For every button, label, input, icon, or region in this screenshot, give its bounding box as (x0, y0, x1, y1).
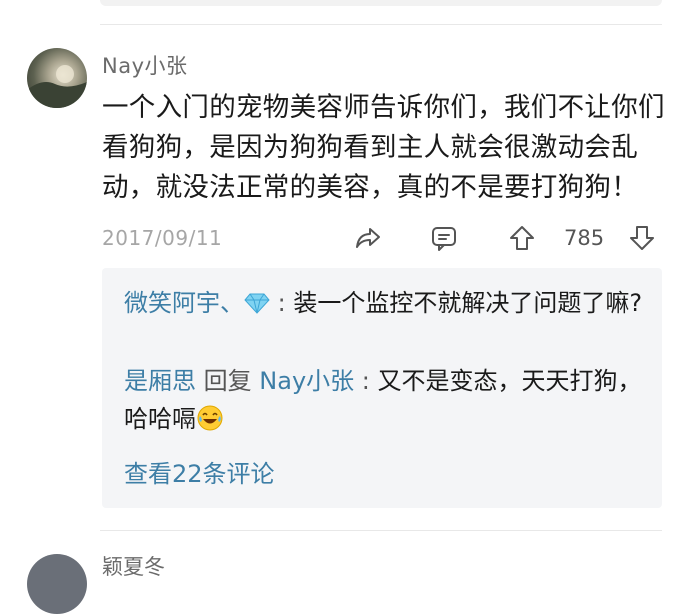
comment-username[interactable]: Nay小张 (102, 50, 188, 80)
avatar-image (27, 65, 87, 108)
view-more-replies-link[interactable]: 查看22条评论 (124, 454, 275, 489)
reply-separator: : (361, 367, 370, 395)
arrow-down-icon (630, 226, 654, 250)
downvote-button[interactable] (626, 222, 658, 254)
divider (100, 24, 662, 25)
comment-username[interactable]: 颖夏冬 (102, 551, 165, 581)
comment-meta: 2017/09/11 785 (102, 222, 662, 254)
reply-text: 装一个监控不就解决了问题了嘛? (293, 289, 643, 317)
avatar[interactable] (27, 554, 87, 614)
reply-author[interactable]: 是厢思 (124, 367, 196, 395)
divider (100, 530, 662, 531)
like-count: 785 (564, 226, 605, 250)
tears-of-joy-icon (197, 405, 223, 431)
avatar[interactable] (27, 48, 87, 108)
reply-item: 是厢思 回复 Nay小张 : 又不是变态，天天打狗，哈哈嗝 (124, 362, 644, 438)
share-button[interactable] (352, 222, 384, 254)
reply-item: 微笑阿宇、 : 装一个监控不就解决了问题了嘛? (124, 284, 644, 322)
replies-box: 微笑阿宇、 : 装一个监控不就解决了问题了嘛? 是厢思 回复 Nay小张 : 又… (102, 268, 662, 508)
comment-text: 一个入门的宠物美容师告诉你们，我们不让你们看狗狗，是因为狗狗看到主人就会很激动会… (102, 92, 665, 203)
reply-author[interactable]: 微笑阿宇、 (124, 289, 244, 317)
reply-word: 回复 (203, 367, 252, 395)
reply-separator: : (277, 289, 286, 317)
reply-button[interactable] (428, 222, 460, 254)
diamond-icon (244, 293, 270, 314)
previous-comment-box-edge (100, 0, 662, 6)
reply-target-user[interactable]: Nay小张 (259, 367, 354, 395)
comment-date: 2017/09/11 (102, 226, 223, 250)
arrow-up-icon (510, 226, 534, 250)
comment-icon (432, 227, 456, 251)
share-icon (356, 228, 380, 248)
upvote-button[interactable] (506, 222, 538, 254)
